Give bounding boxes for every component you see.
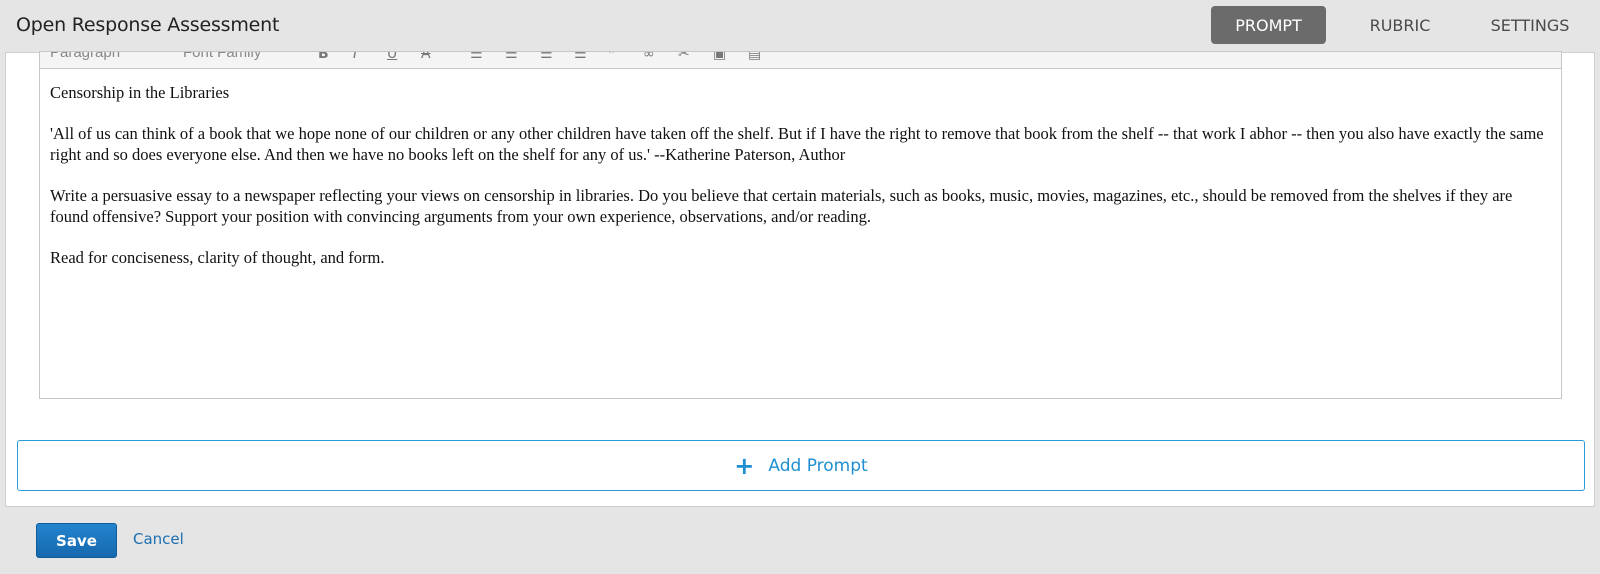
cancel-button[interactable]: Cancel (133, 530, 184, 548)
underline-icon[interactable]: U (387, 52, 397, 62)
outdent-icon[interactable]: ☰ (540, 52, 553, 62)
add-prompt-button[interactable]: + Add Prompt (17, 440, 1585, 491)
block-format-select[interactable]: Paragraph (50, 52, 120, 61)
link-icon[interactable]: ∞ (643, 52, 655, 62)
unlink-icon[interactable]: ✂ (678, 52, 690, 62)
prompt-criteria: Read for conciseness, clarity of thought… (50, 248, 385, 267)
save-button[interactable]: Save (36, 523, 117, 558)
italic-icon[interactable]: I (353, 52, 357, 62)
tab-prompt[interactable]: PROMPT (1211, 6, 1326, 44)
tab-settings[interactable]: SETTINGS (1480, 6, 1580, 44)
blockquote-icon[interactable]: ❞ (608, 52, 616, 62)
indent-icon[interactable]: ☰ (574, 52, 587, 62)
rich-text-editor[interactable]: Paragraph Font Family B I U A ☰ ☰ ☰ ☰ ❞ … (39, 51, 1562, 399)
code-icon[interactable]: ▤ (748, 52, 761, 62)
page-title: Open Response Assessment (16, 14, 280, 36)
bullet-list-icon[interactable]: ☰ (470, 52, 483, 62)
prompt-quote: 'All of us can think of a book that we h… (50, 124, 1544, 164)
add-prompt-label: Add Prompt (768, 455, 868, 476)
editor-toolbar: Paragraph Font Family B I U A ☰ ☰ ☰ ☰ ❞ … (40, 52, 1561, 69)
editor-content[interactable]: Censorship in the Libraries 'All of us c… (50, 82, 1551, 288)
prompt-title: Censorship in the Libraries (50, 83, 230, 102)
strikethrough-icon[interactable]: A (421, 52, 431, 62)
tab-rubric[interactable]: RUBRIC (1356, 6, 1444, 44)
prompt-panel: Paragraph Font Family B I U A ☰ ☰ ☰ ☰ ❞ … (5, 51, 1595, 507)
header: Open Response Assessment PROMPT RUBRIC S… (0, 0, 1600, 52)
prompt-instructions: Write a persuasive essay to a newspaper … (50, 186, 1513, 226)
numbered-list-icon[interactable]: ☰ (505, 52, 518, 62)
bold-icon[interactable]: B (318, 52, 329, 62)
image-icon[interactable]: ▣ (713, 52, 726, 62)
plus-icon: + (734, 451, 755, 480)
font-family-select[interactable]: Font Family (183, 52, 261, 61)
